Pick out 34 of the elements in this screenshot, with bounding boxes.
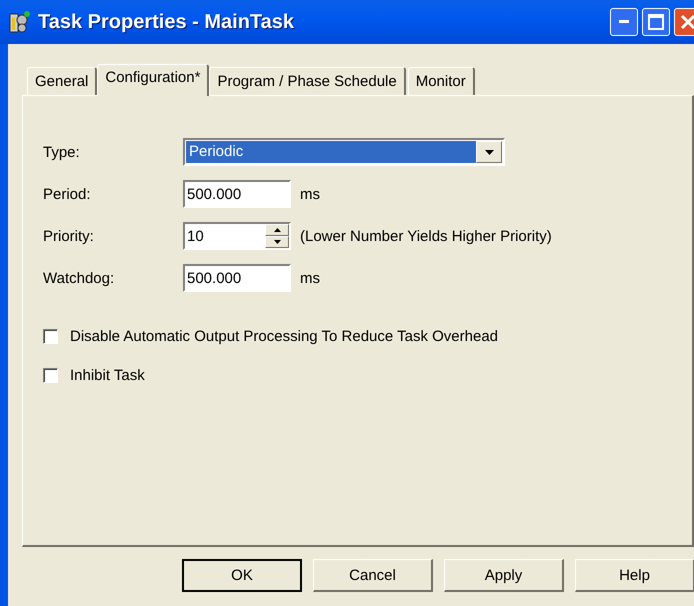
unit-label: ms [300, 186, 320, 202]
dialog-button[interactable]: Cancel [313, 559, 433, 592]
field-label: Period: [43, 186, 92, 202]
dropdown-arrow-icon [484, 150, 494, 154]
minimize-button[interactable] [610, 8, 638, 36]
tab[interactable]: Configuration* [97, 64, 210, 96]
field-label: Priority: [43, 228, 95, 244]
maximize-icon [648, 14, 664, 30]
window-title: Task Properties - MainTask [38, 10, 296, 34]
down-arrow-icon[interactable] [274, 240, 280, 244]
app-icon [8, 10, 30, 34]
dialog-button[interactable]: OK [182, 559, 302, 592]
checkbox-label: Disable Automatic Output Processing To Reduce Task Overhead [70, 328, 498, 344]
tab[interactable]: General [27, 67, 98, 95]
close-button[interactable] [674, 8, 694, 36]
dialog-button[interactable]: Apply [444, 559, 564, 592]
checkbox-label: Inhibit Task [70, 366, 145, 384]
spin-field[interactable]: 10 [183, 222, 291, 250]
close-icon [680, 14, 694, 30]
input-field[interactable]: 500.000 [183, 180, 291, 208]
field-label: Type: [43, 144, 81, 160]
checkbox[interactable] [43, 368, 58, 382]
type-dropdown[interactable]: Periodic [183, 138, 505, 166]
field-label: Watchdog: [43, 270, 116, 286]
dialog-button[interactable]: Help [575, 559, 694, 592]
unit-label: ms [300, 270, 320, 286]
minimize-icon [619, 20, 629, 24]
maximize-button[interactable] [642, 8, 670, 36]
tab[interactable]: Program / Phase Schedule [209, 67, 406, 95]
hint-text: (Lower Number Yields Higher Priority) [300, 228, 552, 244]
checkbox[interactable] [43, 328, 58, 344]
tab[interactable]: Monitor [408, 67, 475, 95]
input-field[interactable]: 500.000 [183, 264, 291, 292]
up-arrow-icon[interactable] [274, 228, 280, 232]
